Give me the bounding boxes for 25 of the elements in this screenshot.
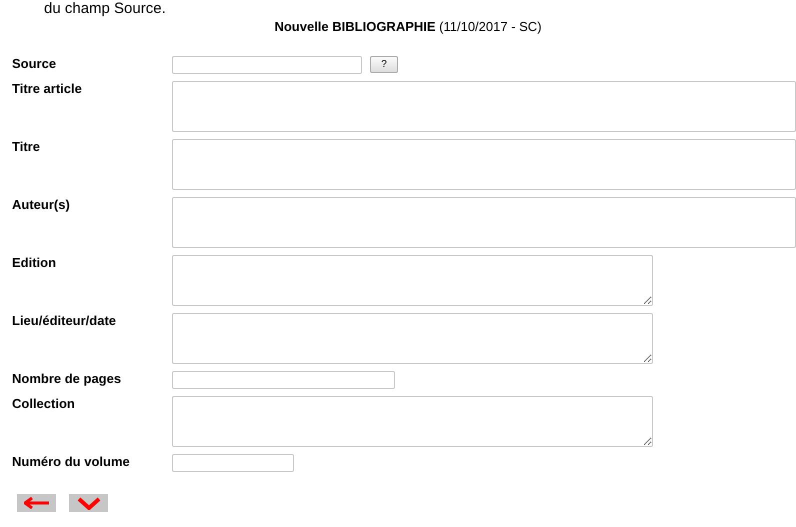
text-area[interactable]	[172, 313, 653, 364]
field-label: Edition	[11, 255, 58, 270]
help-button[interactable]: ?	[370, 56, 398, 73]
field-label: Source	[11, 56, 58, 71]
field-label: Lieu/éditeur/date	[11, 313, 118, 328]
text-area[interactable]	[172, 139, 796, 190]
field-label: Collection	[11, 396, 76, 411]
text-area[interactable]	[172, 396, 653, 447]
field-label: Auteur(s)	[11, 197, 71, 212]
chevron-down-icon	[76, 496, 100, 510]
field-label: Nombre de pages	[11, 371, 122, 386]
input-field[interactable]	[172, 454, 294, 472]
text-area[interactable]	[172, 197, 796, 248]
check-button[interactable]	[69, 494, 108, 512]
text-area[interactable]	[172, 255, 653, 306]
text-area[interactable]	[172, 81, 796, 132]
intro-text: du champ Source.	[43, 0, 167, 17]
back-button[interactable]	[17, 494, 56, 512]
field-label: Titre	[11, 139, 41, 154]
input-field[interactable]	[172, 371, 395, 389]
input-field[interactable]	[172, 56, 362, 74]
field-label: Titre article	[11, 81, 83, 96]
arrow-left-icon	[24, 497, 50, 509]
field-label: Numéro du volume	[11, 454, 131, 469]
form-title: Nouvelle BIBLIOGRAPHIE (11/10/2017 - SC)	[273, 19, 543, 34]
